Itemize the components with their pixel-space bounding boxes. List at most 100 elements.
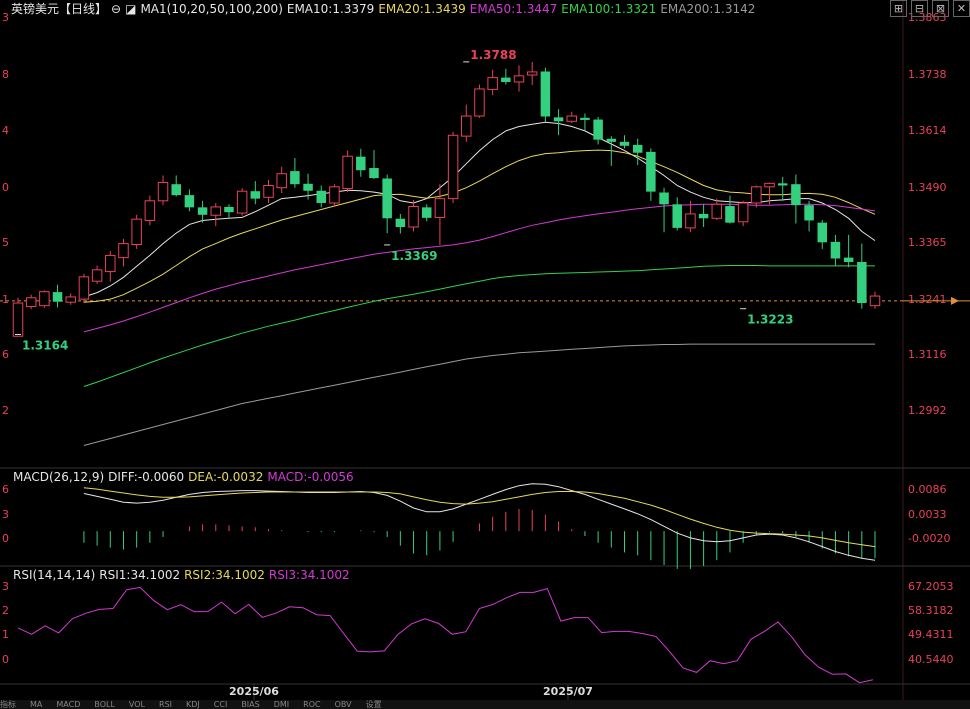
candle [342,150,353,193]
indicator-tab[interactable]: 设置 [366,700,382,709]
rsi1-value: RSI1:34.1002 [99,568,181,582]
candle [12,297,24,337]
candle-body-up [737,202,749,223]
candle-body-down [52,292,63,302]
macd-diff-line [83,483,876,561]
candle-body-down [580,117,590,120]
candle-body-up [711,203,723,219]
restore-icon[interactable]: ⊠ [932,0,949,17]
candle-body-down [791,184,801,206]
candle [857,243,867,309]
candle-body-down [316,190,326,203]
candle [78,273,90,304]
candle-body-up [764,182,775,188]
rsi-label[interactable]: RSI(14,14,14) [13,568,95,582]
candle-body-up [276,173,287,189]
candle [65,293,76,305]
candle-body-up [474,88,485,117]
ema20-value: EMA20:1.3439 [378,2,466,16]
indicator-tab[interactable]: MA [30,700,42,709]
candle-body-up [210,206,222,216]
candle-body-down [553,117,564,122]
candle-body-up [131,218,142,245]
symbol-label[interactable]: 英镑美元 [11,2,59,16]
candle [224,204,234,219]
candle [487,69,498,96]
left-tick-label: 2 [2,404,9,417]
left-tick-label: 5 [2,236,9,249]
indicator-tab[interactable]: OBV [335,700,352,709]
rsi-left-tick: 3 [2,580,9,593]
candle-body-down [843,257,854,262]
indicator-tab[interactable]: KDJ [186,700,200,709]
candle-body-up [157,181,169,202]
price-tick-label: 1.3490 [908,181,947,194]
candle [290,157,300,188]
indicator-tab[interactable]: VOL [129,700,145,709]
candle [501,68,511,85]
candle-body-up [329,186,340,204]
price-tick-label: 1.3116 [908,348,947,361]
main-chart-header: 英镑美元【日线】 ⊖ ◪ MA1(10,20,50,100,200) EMA10:1.3… [11,1,759,17]
candle-body-up [751,186,762,204]
candle [184,189,195,212]
period-label[interactable]: 【日线】 [59,2,107,16]
candle-body-up [91,269,103,282]
indicator-tab[interactable]: 指标 [0,700,16,709]
minimize-panel-icon[interactable]: ⊟ [911,0,928,17]
price-tick-label: 1.3614 [908,124,947,137]
candle-body-down [659,192,669,205]
candle-body-down [830,241,841,259]
chart-type-icon[interactable]: ◪ [125,2,136,16]
candle [804,200,814,232]
settings-icon[interactable]: ⊖ [111,2,121,16]
candle-body-down [171,184,181,196]
indicator-tab[interactable]: BOLL [94,700,115,709]
price-tick-label: 1.3738 [908,68,947,81]
candle-body-down [303,183,313,191]
candle-body-down [197,207,208,215]
candle-body-down [540,71,551,117]
rsi-left-tick: 1 [2,628,9,641]
candle [632,138,643,165]
candle [369,150,379,179]
close-icon[interactable]: ✕ [953,0,970,17]
macd-label[interactable]: MACD(26,12,9) [13,470,104,484]
indicator-tab[interactable]: DMI [274,700,289,709]
macd-dea-line [83,487,876,548]
candle-body-up [12,302,24,337]
rsi-tick-label: 67.2053 [908,580,954,593]
maximize-icon[interactable]: ⊞ [890,0,907,17]
indicator-tab[interactable]: BIAS [241,700,259,709]
candle-body-up [78,276,90,300]
indicator-tab[interactable]: CCI [214,700,228,709]
candle [118,238,129,267]
rsi-tick-label: 49.4311 [908,628,954,641]
candle-body-up [434,198,446,218]
candle-body-down [593,119,603,140]
ema50-value: EMA50:1.3447 [469,2,558,16]
macd-tick-label: 0.0086 [908,483,947,496]
candle-body-down [382,178,392,219]
candle [526,61,538,86]
candle [791,174,801,224]
candle [698,204,709,228]
indicator-tab[interactable]: ROC [303,700,320,709]
candle-body-up [25,297,37,308]
candle [210,202,222,227]
ema100-value: EMA100:1.3321 [561,2,657,16]
rsi-header: RSI(14,14,14) RSI1:34.1002 RSI2:34.1002 RSI… [13,567,354,583]
left-tick-label: 0 [2,181,9,194]
indicator-tab[interactable]: MACD [56,700,80,709]
left-tick-label: 8 [2,68,9,81]
candle [817,220,828,249]
candle-body-up [447,134,459,200]
candle [513,65,525,92]
indicator-tab[interactable]: RSI [159,700,172,709]
ema200-value: EMA200:1.3142 [660,2,756,16]
candle-body-up [869,295,881,307]
x-axis-label: 2025/07 [543,685,593,698]
candle [843,234,854,268]
candle [580,113,590,131]
candle [672,197,682,231]
